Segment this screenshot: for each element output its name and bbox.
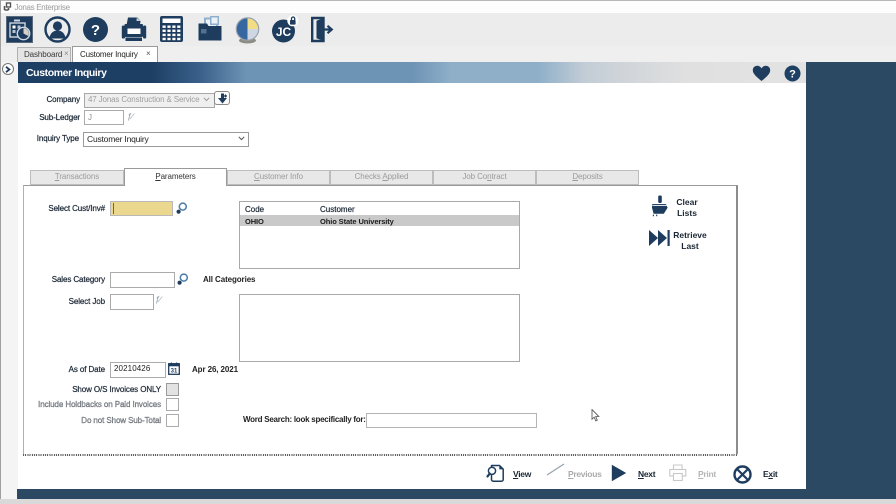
svg-text:?: ? [91, 22, 100, 39]
svg-text:31: 31 [171, 369, 178, 375]
svg-text:?: ? [789, 68, 796, 80]
svg-text:JC: JC [276, 25, 292, 39]
